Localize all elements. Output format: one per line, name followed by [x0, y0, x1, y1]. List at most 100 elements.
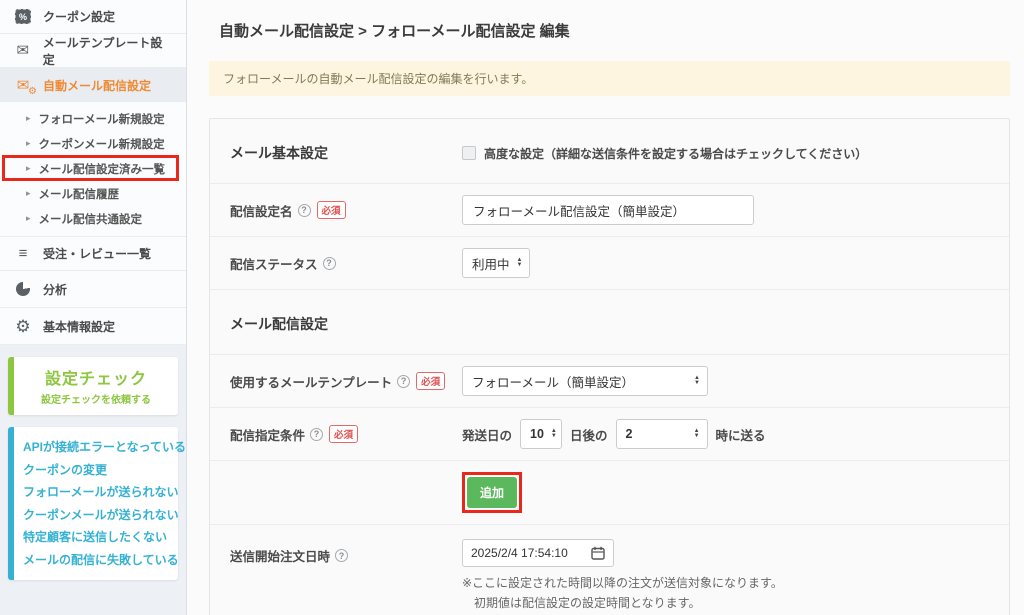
delivery-condition-row: 配信指定条件 ? 必須 発送日の 10 ▲ ▼ 日後の 2 — [210, 407, 1009, 460]
settings-check-subtitle: 設定チェックを依頼する — [16, 391, 176, 406]
pie-chart-icon-shape — [16, 282, 30, 296]
caret-right-icon: ▸ — [26, 113, 31, 124]
help-icon[interactable]: ? — [310, 428, 323, 441]
mail-template-value: フォローメール（簡単設定） — [472, 372, 634, 391]
condition-hours-select[interactable]: 2 ▲ ▼ — [616, 419, 708, 449]
info-banner: フォローメールの自動メール配信設定の編集を行います。 — [209, 61, 1010, 96]
send-start-label: 送信開始注文日時 — [230, 546, 330, 565]
caret-right-icon: ▸ — [26, 138, 31, 149]
sidebar-subitem-mail-history[interactable]: ▸ メール配信履歴 — [0, 181, 186, 206]
mail-template-select[interactable]: フォローメール（簡単設定） ▲ ▼ — [462, 366, 708, 396]
mail-icon: ✉ — [14, 43, 32, 58]
sidebar-subitem-mail-settings-list[interactable]: ▸ メール配信設定済み一覧 — [0, 156, 186, 181]
help-link-exclude-customers[interactable]: 特定顧客に送信したくない — [23, 526, 169, 549]
delivery-status-value: 利用中 — [472, 254, 510, 273]
sidebar-item-label: クーポン設定 — [43, 8, 115, 25]
condition-days-select[interactable]: 10 ▲ ▼ — [520, 419, 562, 449]
sidebar-subitem-label: メール配信設定済み一覧 — [39, 161, 166, 177]
coupon-icon-glyph: % — [15, 9, 31, 24]
sidebar-subitem-label: メール配信共通設定 — [39, 211, 143, 227]
sidebar-submenu: ▸ フォローメール新規設定 ▸ クーポンメール新規設定 ▸ メール配信設定済み一… — [0, 102, 186, 237]
help-link-coupon-mail-not-sent[interactable]: クーポンメールが送られない — [23, 504, 169, 527]
required-badge: 必須 — [317, 201, 346, 219]
send-start-datetime-input[interactable]: 2025/2/4 17:54:10 — [462, 539, 614, 567]
help-link-api-error[interactable]: APIが接続エラーとなっている — [23, 436, 169, 459]
help-link-coupon-change[interactable]: クーポンの変更 — [23, 459, 169, 482]
help-links-card: APIが接続エラーとなっている クーポンの変更 フォローメールが送られない クー… — [8, 427, 178, 580]
sidebar-subitem-label: クーポンメール新規設定 — [39, 136, 165, 152]
settings-check-title: 設定チェック — [16, 365, 176, 389]
sidebar-item-mail-template-settings[interactable]: ✉ メールテンプレート設定 — [0, 34, 186, 68]
gear-icon: ⚙ — [14, 318, 32, 335]
sidebar-subitem-follow-mail-new[interactable]: ▸ フォローメール新規設定 — [0, 106, 186, 131]
sidebar-item-label: 分析 — [43, 281, 67, 298]
basic-settings-title: メール基本設定 — [230, 143, 328, 163]
list-icon-glyph: ≡ — [19, 246, 28, 261]
mail-gear-icon: ✉ ⚙ — [14, 78, 32, 93]
sidebar-item-analytics[interactable]: 分析 — [0, 271, 186, 308]
main-content: 自動メール配信設定 > フォローメール配信設定 編集 フォローメールの自動メール… — [187, 0, 1024, 615]
help-link-follow-mail-not-sent[interactable]: フォローメールが送られない — [23, 481, 169, 504]
delivery-settings-title: メール配信設定 — [230, 314, 328, 334]
arrow-down-icon: ▼ — [517, 263, 523, 268]
advanced-settings-checkbox[interactable] — [462, 146, 476, 160]
annotation-box-add-button: 追加 — [462, 472, 522, 513]
sidebar-subitem-coupon-mail-new[interactable]: ▸ クーポンメール新規設定 — [0, 131, 186, 156]
help-icon[interactable]: ? — [397, 375, 410, 388]
sidebar-item-label: 受注・レビュー一覧 — [43, 245, 151, 262]
help-icon[interactable]: ? — [335, 549, 348, 562]
delivery-condition-label: 配信指定条件 — [230, 425, 305, 444]
gear-icon-glyph: ⚙ — [15, 318, 30, 335]
condition-suffix-text: 時に送る — [716, 425, 766, 444]
calendar-icon[interactable] — [591, 546, 605, 560]
condition-middle-text: 日後の — [570, 425, 608, 444]
add-button[interactable]: 追加 — [467, 477, 517, 508]
sidebar-item-coupon-settings[interactable]: % クーポン設定 — [0, 0, 186, 34]
required-badge: 必須 — [416, 372, 445, 390]
app-window: % クーポン設定 ✉ メールテンプレート設定 ✉ ⚙ 自動メール配信設定 ▸ フ… — [0, 0, 1024, 615]
delivery-status-label: 配信ステータス — [230, 254, 318, 273]
send-start-note: ※ここに設定された時間以降の注文が送信対象になります。 初期値は配信設定の設定時… — [462, 574, 783, 614]
select-arrows-icon: ▲ ▼ — [694, 376, 700, 386]
settings-check-card[interactable]: 設定チェック 設定チェックを依頼する — [8, 357, 178, 415]
sidebar-item-label: メールテンプレート設定 — [43, 34, 172, 68]
mail-icon-glyph: ✉ — [17, 43, 30, 58]
mail-template-row: 使用するメールテンプレート ? 必須 フォローメール（簡単設定） ▲ ▼ — [210, 354, 1009, 407]
sidebar-item-auto-mail-settings[interactable]: ✉ ⚙ 自動メール配信設定 — [0, 68, 186, 102]
help-icon[interactable]: ? — [298, 204, 311, 217]
condition-days-value: 10 — [530, 427, 544, 441]
advanced-settings-label: 高度な設定（詳細な送信条件を設定する場合はチェックしてください） — [484, 145, 867, 162]
arrow-down-icon: ▼ — [551, 434, 557, 439]
help-link-mail-delivery-failed[interactable]: メールの配信に失敗している — [23, 549, 169, 572]
delivery-name-value: フォローメール配信設定（簡単設定） — [473, 201, 685, 220]
list-icon: ≡ — [14, 246, 32, 261]
required-badge: 必須 — [329, 425, 358, 443]
sidebar-subitem-mail-common-settings[interactable]: ▸ メール配信共通設定 — [0, 206, 186, 231]
sidebar-lower-section: 設定チェック 設定チェックを依頼する APIが接続エラーとなっている クーポンの… — [0, 345, 186, 615]
delivery-status-row: 配信ステータス ? 利用中 ▲ ▼ — [210, 236, 1009, 289]
condition-prefix-text: 発送日の — [462, 425, 512, 444]
condition-hours-value: 2 — [626, 427, 633, 441]
settings-form-card: メール基本設定 高度な設定（詳細な送信条件を設定する場合はチェックしてください）… — [209, 118, 1010, 615]
sidebar-item-label: 自動メール配信設定 — [43, 77, 151, 94]
send-start-row: 送信開始注文日時 ? 2025/2/4 17:54:10 — [210, 524, 1009, 615]
sidebar-item-label: 基本情報設定 — [43, 318, 115, 335]
sidebar-item-orders-reviews[interactable]: ≡ 受注・レビュー一覧 — [0, 237, 186, 271]
pie-chart-icon — [14, 282, 32, 296]
caret-right-icon: ▸ — [26, 188, 31, 199]
sidebar-subitem-label: フォローメール新規設定 — [39, 111, 165, 127]
help-icon[interactable]: ? — [323, 257, 336, 270]
sidebar: % クーポン設定 ✉ メールテンプレート設定 ✉ ⚙ 自動メール配信設定 ▸ フ… — [0, 0, 187, 615]
arrow-down-icon: ▼ — [694, 434, 700, 439]
caret-right-icon: ▸ — [26, 213, 31, 224]
sidebar-item-basic-info-settings[interactable]: ⚙ 基本情報設定 — [0, 308, 186, 345]
select-arrows-icon: ▲ ▼ — [517, 258, 523, 268]
delivery-name-label: 配信設定名 — [230, 201, 293, 220]
select-arrows-icon: ▲ ▼ — [694, 429, 700, 439]
basic-settings-header-row: メール基本設定 高度な設定（詳細な送信条件を設定する場合はチェックしてください） — [210, 119, 1009, 183]
add-button-row: 追加 — [210, 460, 1009, 524]
delivery-status-select[interactable]: 利用中 ▲ ▼ — [462, 248, 530, 278]
delivery-name-input[interactable]: フォローメール配信設定（簡単設定） — [462, 195, 754, 225]
send-start-datetime-value: 2025/2/4 17:54:10 — [471, 546, 568, 560]
delivery-settings-header-row: メール配信設定 — [210, 289, 1009, 354]
